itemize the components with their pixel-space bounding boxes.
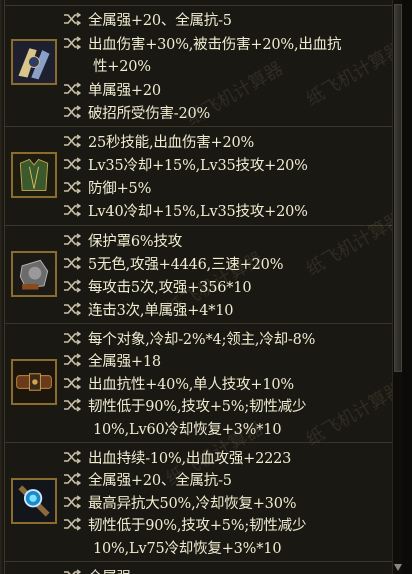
- effect-line: 保护罩6%技攻: [63, 229, 182, 251]
- effect-line: 全属强+20、全属抗-5: [63, 8, 232, 30]
- shuffle-icon: [64, 36, 81, 50]
- effect-line: 全属强+20、全属抗-5: [63, 468, 232, 490]
- scrollbar[interactable]: [392, 0, 402, 574]
- shuffle-icon: [64, 302, 81, 316]
- effect-line: 每攻击5次,攻强+356*10: [63, 275, 252, 297]
- shuffle-icon: [64, 472, 81, 486]
- shuffle-icon: [64, 450, 81, 464]
- effect-section-6[interactable]: 全属强: [5, 563, 392, 574]
- gauntlet-icon: [11, 251, 57, 297]
- shuffle-icon: [64, 569, 81, 574]
- effect-line: 连击3次,单属强+4*10: [63, 298, 234, 320]
- effect-line-continuation: 10%,Lv75冷却恢复+3%*10: [93, 540, 282, 557]
- effect-line: 全属强+18: [63, 349, 161, 371]
- effect-section-1[interactable]: 全属强+20、全属抗-5 出血伤害+30%,被击伤害+20%,出血抗 性+20%…: [5, 6, 392, 127]
- shuffle-icon: [64, 353, 81, 367]
- effect-line: 出血抗性+40%,单人技攻+10%: [63, 372, 294, 394]
- scrollbar-thumb[interactable]: [394, 4, 402, 372]
- chest-armor-icon: [11, 152, 57, 198]
- effect-line: 单属强+20: [63, 78, 161, 100]
- window-edge: [402, 0, 412, 574]
- shuffle-icon: [64, 376, 81, 390]
- effect-line: 防御+5%: [63, 176, 151, 198]
- effect-line: 韧性低于90%,技攻+5%;韧性减少: [63, 513, 306, 535]
- effect-line: 最高异抗大50%,冷却恢复+30%: [63, 491, 297, 513]
- effect-line: 出血伤害+30%,被击伤害+20%,出血抗: [63, 32, 341, 54]
- effect-section-4[interactable]: 每个对象,冷却-2%*4;领主,冷却-8% 全属强+18 出血抗性+40%,单人…: [5, 325, 392, 443]
- shuffle-icon: [64, 82, 81, 96]
- belt-icon: [11, 359, 57, 405]
- effect-line: 25秒技能,出血伤害+20%: [63, 130, 254, 152]
- effect-line: 韧性低于90%,技攻+5%;韧性减少: [63, 394, 306, 416]
- effect-line: 每个对象,冷却-2%*4;领主,冷却-8%: [63, 327, 315, 349]
- effect-section-5[interactable]: 出血持续-10%,出血攻强+2223 全属强+20、全属抗-5 最高异抗大50%…: [5, 444, 392, 562]
- effect-section-2[interactable]: 25秒技能,出血伤害+20% Lv35冷却+15%,Lv35技攻+20% 防御+…: [5, 128, 392, 226]
- effects-panel: 全属强+20、全属抗-5 出血伤害+30%,被击伤害+20%,出血抗 性+20%…: [0, 0, 402, 574]
- shuffle-icon: [64, 517, 81, 531]
- shuffle-icon: [64, 233, 81, 247]
- amulet-icon: [11, 478, 57, 524]
- effect-section-3[interactable]: 保护罩6%技攻 5无色,攻强+4446,三速+20% 每攻击5次,攻强+356*…: [5, 227, 392, 324]
- shuffle-icon: [64, 495, 81, 509]
- shuffle-icon: [64, 203, 81, 217]
- effect-line: 破招所受伤害-20%: [63, 101, 210, 123]
- effect-line-continuation: 性+20%: [93, 58, 151, 75]
- effect-line-continuation: 10%,Lv60冷却恢复+3%*10: [93, 421, 282, 438]
- shuffle-icon: [64, 331, 81, 345]
- scroll-down-arrow-icon[interactable]: [394, 562, 402, 572]
- effect-line: 5无色,攻强+4446,三速+20%: [63, 252, 283, 274]
- shuffle-icon: [64, 256, 81, 270]
- shuffle-icon: [64, 157, 81, 171]
- shuffle-icon: [64, 180, 81, 194]
- effect-line: Lv35冷却+15%,Lv35技攻+20%: [63, 153, 308, 175]
- effect-line: 出血持续-10%,出血攻强+2223: [63, 446, 291, 468]
- shoulder-armor-icon: [11, 39, 57, 85]
- shuffle-icon: [64, 279, 81, 293]
- shuffle-icon: [64, 105, 81, 119]
- shuffle-icon: [64, 398, 81, 412]
- effect-line: Lv40冷却+15%,Lv35技攻+20%: [63, 199, 308, 221]
- shuffle-icon: [64, 12, 81, 26]
- effect-line: 全属强: [63, 565, 131, 574]
- shuffle-icon: [64, 134, 81, 148]
